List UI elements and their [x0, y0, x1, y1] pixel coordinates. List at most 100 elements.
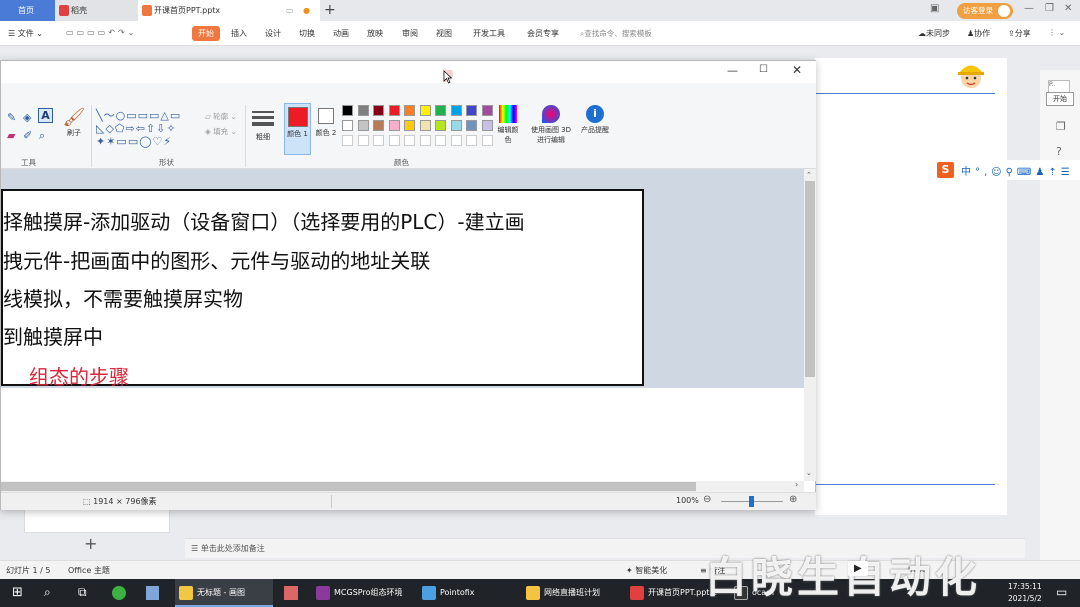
- palette-swatch[interactable]: [357, 105, 369, 116]
- drawing-canvas[interactable]: 择触摸屏-添加驱动（设备窗口）（选择要用的PLC）-建立画 拽元件-把画面中的图…: [1, 189, 644, 389]
- visitor-login-button[interactable]: 访客登录: [957, 3, 1013, 19]
- palette-swatch[interactable]: [450, 105, 462, 116]
- restore-icon[interactable]: ❐: [1045, 3, 1054, 14]
- palette-swatch[interactable]: [419, 105, 431, 116]
- slide-canvas[interactable]: [815, 58, 1007, 515]
- app-green-icon[interactable]: [112, 586, 126, 600]
- palette-swatch[interactable]: [342, 105, 353, 116]
- menu-start[interactable]: 开始: [192, 26, 220, 41]
- palette-empty-swatch[interactable]: [373, 135, 384, 146]
- brush-tool[interactable]: 🖌 刷子: [61, 107, 87, 157]
- scroll-up-icon[interactable]: ⌃: [806, 171, 812, 179]
- unsynced-button[interactable]: ☁未同步: [918, 28, 950, 39]
- fill-button[interactable]: ◈ 填充 ⌄: [205, 126, 237, 137]
- palette-empty-swatch[interactable]: [481, 135, 493, 146]
- paint3d-button[interactable]: 使用画图 3D 进行编辑: [527, 103, 575, 151]
- palette-swatch[interactable]: [342, 120, 353, 131]
- edit-colors-button[interactable]: 编辑颜色: [495, 103, 521, 151]
- paint-close-icon[interactable]: ✕: [792, 63, 802, 77]
- sogou-logo-icon[interactable]: S: [937, 162, 954, 178]
- color1-selector[interactable]: 颜色 1: [284, 103, 311, 155]
- palette-empty-swatch[interactable]: [357, 135, 369, 146]
- tab-daoke[interactable]: 稻壳: [55, 0, 138, 21]
- fill-bucket-icon[interactable]: ◈: [23, 111, 31, 124]
- palette-empty-swatch[interactable]: [342, 135, 353, 146]
- app-notepad-icon[interactable]: [146, 586, 159, 600]
- taskbar-pointofix[interactable]: Pointofix: [418, 579, 518, 607]
- ime-tools-icons[interactable]: 中°,☺⚲⌨♟⇡☰: [961, 163, 1074, 178]
- paint-title-bar[interactable]: — ☐ ✕: [1, 61, 816, 83]
- taskbar-mcgs[interactable]: MCGSPro组态环境: [312, 579, 412, 607]
- taskbar-paint[interactable]: 无标题 - 画图: [175, 579, 273, 607]
- palette-swatch[interactable]: [481, 120, 493, 131]
- magnifier-icon[interactable]: ⌕: [39, 129, 45, 143]
- menu-dev-tools[interactable]: 开发工具: [473, 28, 505, 39]
- palette-swatch[interactable]: [357, 120, 369, 131]
- beautify-button[interactable]: ✦ 智能美化: [626, 565, 667, 576]
- more-icon[interactable]: ⋮ ⌄: [1048, 28, 1065, 37]
- scroll-down-icon[interactable]: ⌄: [806, 469, 812, 477]
- color-picker-icon[interactable]: ✐: [23, 129, 32, 142]
- palette-empty-swatch[interactable]: [466, 135, 477, 146]
- palette-swatch[interactable]: [466, 120, 477, 131]
- menu-animation[interactable]: 动画: [333, 28, 349, 39]
- menu-insert[interactable]: 插入: [231, 28, 247, 39]
- pencil-icon[interactable]: ✎: [7, 111, 16, 124]
- zoom-out-icon[interactable]: ⊖: [703, 494, 711, 505]
- palette-empty-swatch[interactable]: [404, 135, 415, 146]
- zoom-in-icon[interactable]: ⊕: [789, 494, 797, 505]
- app-red-icon[interactable]: [284, 586, 298, 600]
- product-tip-button[interactable]: i 产品提醒: [581, 103, 609, 151]
- shapes-gallery[interactable]: ╲〜○▭▭▭△▭ ◺◇⬠⇨⇦⇧⇩✧ ✦✶▭▭◯♡⚡: [96, 109, 196, 149]
- windows-start-icon[interactable]: ⊞: [12, 585, 23, 600]
- command-search[interactable]: ⌕查找命令、搜索模板: [580, 28, 652, 39]
- palette-swatch[interactable]: [466, 105, 477, 116]
- help-icon[interactable]: ?: [1056, 145, 1062, 158]
- color2-selector[interactable]: 颜色 2: [313, 103, 339, 155]
- palette-swatch[interactable]: [481, 105, 493, 116]
- menu-view[interactable]: 视图: [436, 28, 452, 39]
- palette-empty-swatch[interactable]: [435, 135, 446, 146]
- taskbar-folder[interactable]: 网络直播班计划: [522, 579, 622, 607]
- menu-vip[interactable]: 会员专享: [527, 28, 559, 39]
- quick-access-icons[interactable]: ▭▭▭▭↶↷⌄: [66, 28, 137, 37]
- outline-button[interactable]: ▱ 轮廓 ⌄: [205, 111, 237, 122]
- system-clock[interactable]: 17:35:11 2021/5/2: [1008, 581, 1042, 605]
- collab-button[interactable]: ♟协作: [967, 28, 990, 39]
- palette-swatch[interactable]: [435, 120, 446, 131]
- menu-design[interactable]: 设计: [265, 28, 281, 39]
- palette-swatch[interactable]: [388, 120, 400, 131]
- menu-slideshow[interactable]: 放映: [367, 28, 383, 39]
- notification-icon[interactable]: ▭: [1056, 585, 1067, 599]
- palette-empty-swatch[interactable]: [419, 135, 431, 146]
- text-tool-icon[interactable]: A: [38, 108, 53, 123]
- canvas-blank-region[interactable]: [1, 388, 804, 481]
- horizontal-scroll-thumb[interactable]: [1, 482, 696, 491]
- paint-minimize-icon[interactable]: —: [727, 64, 738, 77]
- window-layout-icon[interactable]: ▣: [930, 3, 939, 14]
- palette-swatch[interactable]: [404, 105, 415, 116]
- close-icon[interactable]: ✕: [1064, 3, 1072, 14]
- palette-swatch[interactable]: [373, 120, 384, 131]
- palette-swatch[interactable]: [419, 120, 431, 131]
- menu-file[interactable]: ☰ 文件 ⌄: [8, 28, 43, 39]
- palette-swatch[interactable]: [450, 120, 462, 131]
- vertical-scroll-thumb[interactable]: [805, 181, 815, 377]
- scroll-right-icon[interactable]: ›: [795, 480, 798, 489]
- paint-maximize-icon[interactable]: ☐: [759, 64, 768, 75]
- copy-icon[interactable]: ❐: [1056, 120, 1066, 133]
- video-play-icon[interactable]: ▶: [848, 561, 868, 576]
- tab-monitor-icon[interactable]: ▭: [286, 0, 294, 21]
- minimize-icon[interactable]: —: [1024, 3, 1034, 14]
- palette-swatch[interactable]: [373, 105, 384, 116]
- menu-review[interactable]: 审阅: [402, 28, 418, 39]
- add-slide-button[interactable]: +: [84, 534, 97, 553]
- palette-empty-swatch[interactable]: [388, 135, 400, 146]
- task-view-icon[interactable]: ⧉: [78, 585, 87, 600]
- taskbar-search-icon[interactable]: ⌕: [44, 585, 51, 600]
- palette-swatch[interactable]: [388, 105, 400, 116]
- palette-empty-swatch[interactable]: [450, 135, 462, 146]
- share-button[interactable]: ⇪分享: [1008, 28, 1031, 39]
- palette-swatch[interactable]: [435, 105, 446, 116]
- size-button[interactable]: 粗细: [249, 107, 277, 155]
